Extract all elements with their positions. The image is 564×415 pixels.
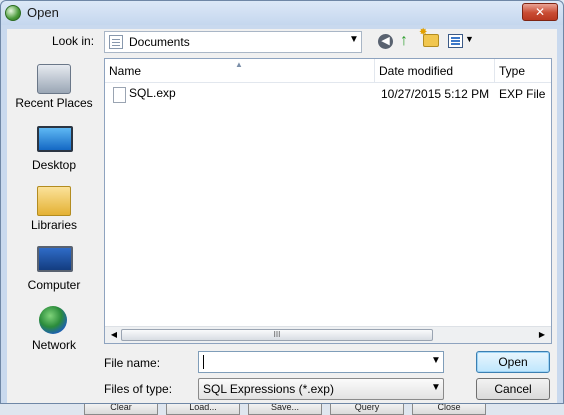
chevron-down-icon[interactable]: ▼ xyxy=(431,355,441,366)
load-button[interactable]: Load... xyxy=(166,404,240,415)
place-libraries[interactable]: Libraries xyxy=(8,180,100,238)
file-date-modified: 10/27/2015 5:12 PM xyxy=(381,87,490,101)
chevron-down-icon[interactable]: ▼ xyxy=(349,34,359,45)
place-label: Desktop xyxy=(31,158,77,172)
scroll-right-icon[interactable]: ▶ xyxy=(535,329,549,341)
clear-button[interactable]: Clear xyxy=(84,404,158,415)
places-bar: Recent Places Desktop Libraries Computer… xyxy=(8,58,100,368)
file-row[interactable]: SQL.exp 10/27/2015 5:12 PM EXP File xyxy=(105,83,551,105)
background-app-toolbar: Clear Load... Save... Query Close xyxy=(0,404,564,415)
views-menu-icon[interactable] xyxy=(448,34,463,48)
horizontal-scrollbar[interactable]: ◀ III ▶ xyxy=(105,326,551,343)
close-button[interactable]: ✕ xyxy=(522,3,558,21)
window-title: Open xyxy=(27,5,59,20)
place-label: Computer xyxy=(27,278,81,292)
place-label: Network xyxy=(31,338,76,352)
place-label: Libraries xyxy=(30,218,78,232)
scroll-left-icon[interactable]: ◀ xyxy=(107,329,121,341)
file-name-input[interactable]: ▼ xyxy=(198,351,444,373)
desktop-icon xyxy=(37,126,73,152)
title-bar[interactable]: Open ✕ xyxy=(1,1,563,25)
chevron-down-icon[interactable]: ▼ xyxy=(431,382,441,393)
app-icon xyxy=(5,5,21,21)
computer-icon xyxy=(37,246,73,272)
views-dropdown-arrow-icon[interactable]: ▼ xyxy=(465,34,474,44)
documents-folder-icon xyxy=(109,35,123,49)
place-label: Recent Places xyxy=(15,96,93,110)
place-desktop[interactable]: Desktop xyxy=(8,120,100,178)
network-icon xyxy=(39,306,67,334)
files-of-type-value: SQL Expressions (*.exp) xyxy=(203,382,334,396)
query-button[interactable]: Query xyxy=(330,404,404,415)
scroll-thumb[interactable]: III xyxy=(121,329,433,341)
close-app-button[interactable]: Close xyxy=(412,404,486,415)
libraries-icon xyxy=(37,186,71,216)
column-name[interactable]: Name ▲ xyxy=(105,59,375,83)
files-of-type-label: Files of type: xyxy=(104,382,173,396)
column-type[interactable]: Type xyxy=(495,59,551,83)
place-recent-places[interactable]: Recent Places xyxy=(8,58,100,116)
look-in-value: Documents xyxy=(129,35,190,49)
place-computer[interactable]: Computer xyxy=(8,240,100,298)
look-in-dropdown[interactable]: Documents ▼ xyxy=(104,31,362,53)
cancel-button[interactable]: Cancel xyxy=(476,378,550,400)
open-button[interactable]: Open xyxy=(476,351,550,373)
column-name-label: Name xyxy=(109,64,142,78)
back-icon[interactable]: ◀ xyxy=(378,34,393,49)
save-button[interactable]: Save... xyxy=(248,404,322,415)
file-name: SQL.exp xyxy=(129,86,176,100)
look-in-label: Look in: xyxy=(52,34,95,48)
sort-ascending-icon: ▲ xyxy=(235,60,243,69)
new-folder-icon[interactable] xyxy=(419,27,439,47)
text-caret xyxy=(203,355,204,369)
file-type: EXP File xyxy=(499,87,546,101)
files-of-type-select[interactable]: SQL Expressions (*.exp) ▼ xyxy=(198,378,444,400)
file-name-label: File name: xyxy=(104,356,161,370)
column-date-modified[interactable]: Date modified xyxy=(375,59,495,83)
place-network[interactable]: Network xyxy=(8,300,100,358)
column-header: Name ▲ Date modified Type xyxy=(105,59,551,83)
file-list[interactable]: Name ▲ Date modified Type SQL.exp 10/27/… xyxy=(104,58,552,344)
recent-places-icon xyxy=(37,64,71,94)
file-icon xyxy=(113,87,126,103)
up-folder-icon[interactable]: ↑ xyxy=(400,32,416,50)
